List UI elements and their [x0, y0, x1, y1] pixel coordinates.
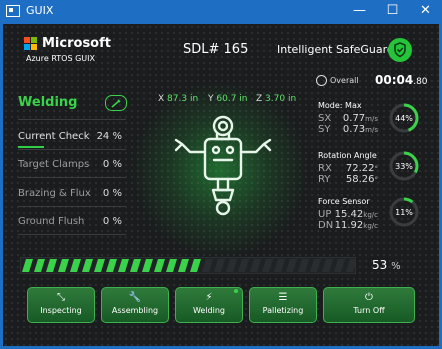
close-button[interactable]: ✕	[409, 0, 442, 24]
task-current-check-pct: 24 %	[96, 131, 122, 142]
button-label: Assembling	[111, 306, 159, 315]
task-progress-bar	[18, 146, 44, 148]
task-target-clamps: Target Clamps	[18, 159, 90, 170]
active-indicator-dot	[234, 289, 238, 293]
task-ground-flush: Ground Flush	[18, 216, 85, 227]
robot-icon	[168, 112, 278, 224]
inspect-icon: ⤡	[57, 292, 65, 303]
rotation-gauge-value: 33%	[395, 162, 413, 171]
timer-main: 00:04	[375, 73, 414, 87]
task-brazing-flux: Brazing & Flux	[18, 188, 91, 199]
readout-value: 58.26°	[345, 174, 378, 185]
task-ground-flush-pct: 0 %	[102, 216, 122, 227]
button-label: Inspecting	[40, 306, 82, 315]
overall-timer: 00:04.80	[375, 73, 428, 87]
shield-check-icon	[388, 38, 412, 62]
readout-label: SY	[318, 124, 331, 135]
maximize-button[interactable]: ☐	[376, 0, 409, 24]
turn-off-button[interactable]: ⏻ Turn Off	[323, 287, 415, 323]
readout-title-force: Force Sensor	[318, 197, 370, 206]
force-gauge-value: 11%	[395, 208, 413, 217]
pallet-icon: ☰	[278, 292, 288, 303]
divider	[18, 234, 126, 235]
minimize-button[interactable]: —	[343, 0, 376, 24]
overall-label: Overall	[330, 76, 359, 85]
brand-subtitle: Azure RTOS GUIX	[26, 54, 95, 63]
readout-value: 0.77m/s	[342, 113, 378, 124]
readout-value: 72.22°	[345, 163, 378, 174]
bolt-icon: ⚡	[205, 292, 213, 303]
divider	[18, 119, 126, 120]
brand-name: Microsoft	[42, 36, 111, 51]
sdl-number: SDL# 165	[183, 42, 249, 57]
readout-value: 11.92kg/c	[334, 220, 378, 231]
button-label: Turn Off	[353, 306, 385, 315]
readout-value: 0.73m/s	[342, 124, 378, 135]
speed-gauge-value: 44%	[395, 114, 413, 123]
task-current-check: Current Check	[18, 131, 90, 142]
inspecting-button[interactable]: ⤡ Inspecting	[27, 287, 95, 323]
task-brazing-flux-pct: 0 %	[102, 188, 122, 199]
divider	[18, 149, 126, 150]
assembling-button[interactable]: 🔧 Assembling	[101, 287, 169, 323]
app-icon	[6, 5, 20, 17]
coord-x: X 87.3 in	[158, 94, 199, 104]
safeguard-label: Intelligent SafeGuard	[277, 43, 394, 56]
clock-icon	[316, 75, 327, 86]
readout-label: RY	[318, 174, 331, 185]
power-icon: ⏻	[365, 292, 373, 303]
timer-fraction: .80	[413, 77, 428, 87]
divider	[18, 177, 126, 178]
readout-title-rotation: Rotation Angle	[318, 151, 377, 160]
overall-progress-value: 53 %	[372, 258, 401, 272]
status-mode: Welding	[18, 95, 78, 110]
task-target-clamps-pct: 0 %	[102, 159, 122, 170]
window-titlebar: GUIX — ☐ ✕	[0, 0, 442, 24]
welding-button[interactable]: ⚡ Welding	[175, 287, 243, 323]
readout-value: 15.42kg/c	[334, 209, 378, 220]
coord-y: Y 60.7 in	[208, 94, 248, 104]
divider	[18, 206, 126, 207]
weld-torch-icon	[105, 95, 127, 111]
button-label: Palletizing	[262, 306, 304, 315]
button-label: Welding	[192, 306, 226, 315]
wrench-icon: 🔧	[128, 292, 142, 303]
microsoft-logo-icon	[24, 37, 38, 51]
coord-z: Z 3.70 in	[256, 94, 297, 104]
overall-progress-bar	[20, 257, 356, 274]
readout-title-mode: Mode: Max	[318, 101, 362, 110]
palletizing-button[interactable]: ☰ Palletizing	[249, 287, 317, 323]
window-title: GUIX	[26, 4, 54, 17]
